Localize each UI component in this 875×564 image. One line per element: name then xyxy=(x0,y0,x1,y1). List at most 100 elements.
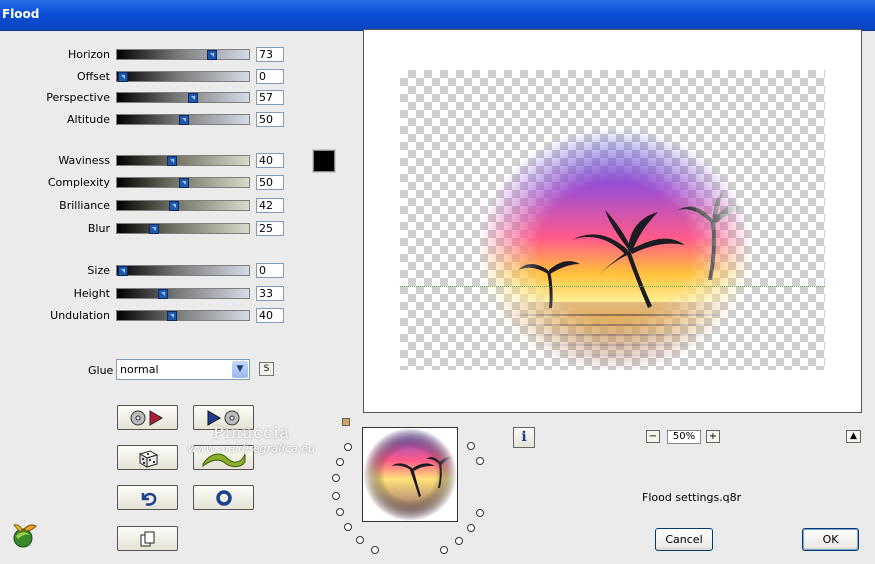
offset-value-input[interactable]: 0 xyxy=(256,69,284,84)
preview-pane[interactable] xyxy=(363,29,862,413)
offset-slider-thumb[interactable] xyxy=(118,72,128,82)
zoom-in-button[interactable]: + xyxy=(706,430,720,443)
chevron-down-icon[interactable]: ▼ xyxy=(232,361,248,378)
window-title: Flood xyxy=(2,7,40,21)
complexity-value-input[interactable]: 50 xyxy=(256,175,284,190)
complexity-label: Complexity xyxy=(47,176,110,189)
horizon-value-input[interactable]: 73 xyxy=(256,47,284,62)
slider-row-undulation: Undulation 40 xyxy=(0,308,300,324)
navigator-ring-dot xyxy=(344,523,352,531)
altitude-slider-thumb[interactable] xyxy=(179,115,189,125)
height-slider-thumb[interactable] xyxy=(158,289,169,299)
undulation-slider-thumb[interactable] xyxy=(166,311,177,321)
horizon-guide-line[interactable] xyxy=(400,286,825,287)
navigator-ring-dot xyxy=(356,536,364,544)
settings-filename: Flood settings.q8r xyxy=(642,491,742,504)
navigator-ring-dot xyxy=(336,508,344,516)
reset-to-default-button[interactable] xyxy=(117,405,178,430)
apply-effect-button[interactable] xyxy=(193,445,254,470)
navigator-ring-dot xyxy=(476,509,484,517)
waviness-label: Waviness xyxy=(58,154,110,167)
perspective-value-input[interactable]: 57 xyxy=(256,90,284,105)
glue-selected-value: normal xyxy=(120,363,159,376)
title-bar: Flood xyxy=(0,0,875,31)
complexity-slider[interactable] xyxy=(116,177,250,188)
glue-s-button[interactable]: S xyxy=(259,362,274,376)
thumbnail-image xyxy=(363,428,457,521)
blur-label: Blur xyxy=(87,222,110,235)
glue-label: Glue xyxy=(88,364,114,377)
navigator-thumbnail[interactable] xyxy=(362,427,458,522)
collapse-preview-button[interactable]: ▲ xyxy=(846,430,861,443)
navigator-ring-dot xyxy=(332,492,340,500)
undulation-value-input[interactable]: 40 xyxy=(256,308,284,323)
blur-slider-thumb[interactable] xyxy=(148,224,159,234)
blur-value-input[interactable]: 25 xyxy=(256,221,284,236)
offset-slider[interactable] xyxy=(116,71,250,82)
brilliance-slider[interactable] xyxy=(116,200,250,211)
perspective-label: Perspective xyxy=(46,91,110,104)
play-to-disc-icon xyxy=(207,409,239,426)
leaf-globe-icon xyxy=(13,524,37,548)
zoom-level: 50% xyxy=(667,430,701,444)
undo-icon xyxy=(141,492,156,506)
navigator-ring-dot xyxy=(440,546,448,554)
altitude-value-input[interactable]: 50 xyxy=(256,112,284,127)
slider-row-size: Size 0 xyxy=(0,263,300,279)
undulation-slider[interactable] xyxy=(116,310,250,321)
navigator-handle[interactable] xyxy=(342,418,350,426)
horizon-slider-thumb[interactable] xyxy=(207,50,218,60)
ring-icon xyxy=(215,489,232,506)
ok-button[interactable]: OK xyxy=(802,528,859,551)
preview-canvas xyxy=(400,70,825,370)
undo-button[interactable] xyxy=(117,485,178,510)
navigator-ring-dot xyxy=(371,546,379,554)
altitude-slider[interactable] xyxy=(116,114,250,125)
navigator-ring-dot xyxy=(476,457,484,465)
complexity-slider-thumb[interactable] xyxy=(179,178,189,188)
zoom-out-button[interactable]: − xyxy=(646,430,660,443)
blur-slider[interactable] xyxy=(116,223,250,234)
waviness-slider[interactable] xyxy=(116,155,250,166)
horizon-slider[interactable] xyxy=(116,49,250,60)
cancel-button[interactable]: Cancel xyxy=(655,528,713,551)
horizon-label: Horizon xyxy=(67,48,110,61)
undulation-label: Undulation xyxy=(50,309,110,322)
perspective-slider[interactable] xyxy=(116,92,250,103)
brilliance-slider-thumb[interactable] xyxy=(169,201,180,211)
height-slider[interactable] xyxy=(116,288,250,299)
glue-dropdown[interactable]: normal ▼ xyxy=(116,359,250,380)
navigator-ring-dot xyxy=(455,537,463,545)
size-slider-thumb[interactable] xyxy=(118,266,128,276)
navigator-ring-dot xyxy=(336,458,344,466)
size-value-input[interactable]: 0 xyxy=(256,263,284,278)
color-swatch[interactable] xyxy=(312,149,336,173)
brilliance-value-input[interactable]: 42 xyxy=(256,198,284,213)
dice-icon xyxy=(138,449,158,468)
navigator-ring-dot xyxy=(467,524,475,532)
copy-button[interactable] xyxy=(117,526,178,551)
tropical-sunset-image xyxy=(480,130,750,370)
slider-row-altitude: Altitude 50 xyxy=(0,112,300,128)
randomize-button[interactable] xyxy=(117,445,178,470)
waviness-value-input[interactable]: 40 xyxy=(256,153,284,168)
perspective-slider-thumb[interactable] xyxy=(187,93,198,103)
slider-row-blur: Blur 25 xyxy=(0,221,300,237)
height-value-input[interactable]: 33 xyxy=(256,286,284,301)
offset-label: Offset xyxy=(76,70,110,83)
info-button[interactable]: i xyxy=(513,427,535,448)
slider-row-waviness: Waviness 40 xyxy=(0,153,300,169)
slider-row-perspective: Perspective 57 xyxy=(0,90,300,106)
slider-row-complexity: Complexity 50 xyxy=(0,175,300,191)
load-settings-button[interactable] xyxy=(193,405,254,430)
slider-row-offset: Offset 0 xyxy=(0,69,300,85)
waviness-slider-thumb[interactable] xyxy=(166,156,177,166)
slider-row-brilliance: Brilliance 42 xyxy=(0,198,300,214)
reset-button[interactable] xyxy=(193,485,254,510)
altitude-label: Altitude xyxy=(67,113,110,126)
page-icon xyxy=(140,531,154,546)
slider-row-horizon: Horizon 73 xyxy=(0,47,300,63)
navigator-ring-dot xyxy=(344,443,352,451)
navigator-ring-dot xyxy=(467,442,475,450)
size-slider[interactable] xyxy=(116,265,250,276)
